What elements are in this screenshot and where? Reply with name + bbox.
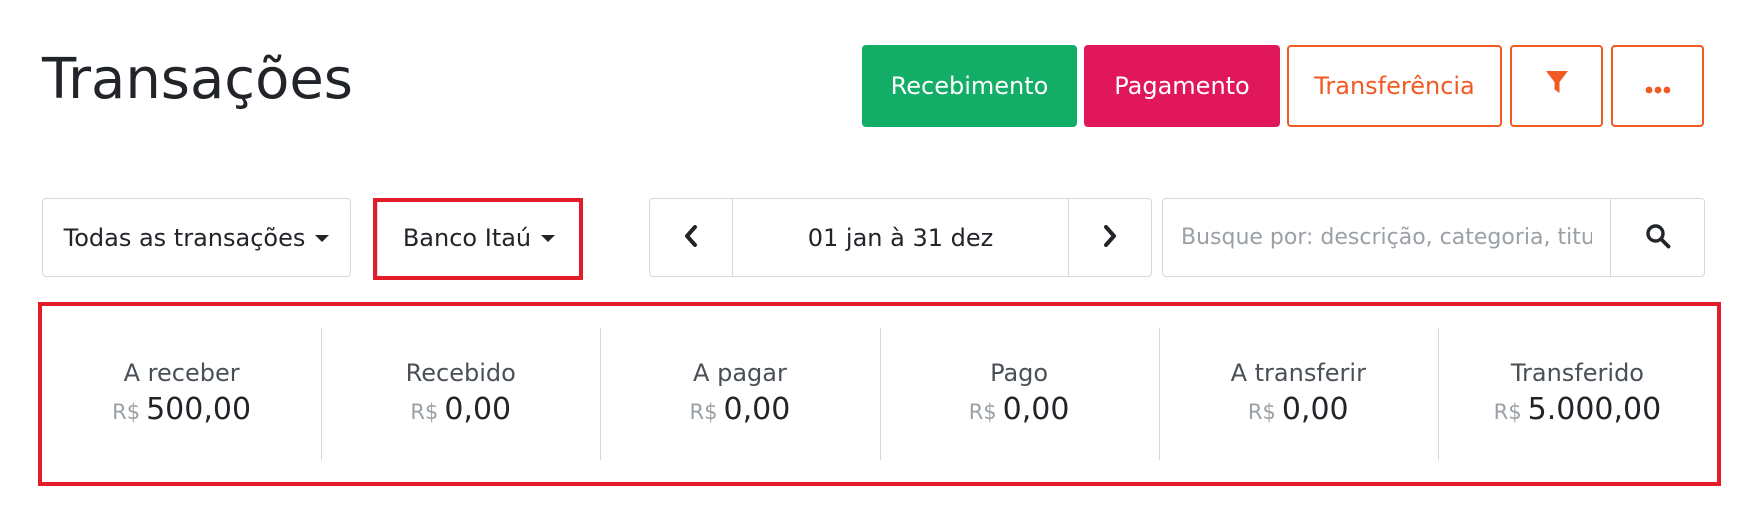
summary-label: Recebido: [405, 359, 516, 387]
summary-received: Recebido R$ 0,00: [321, 306, 600, 482]
transfer-button[interactable]: Transferência: [1287, 45, 1502, 127]
summary-to-receive: A receber R$ 500,00: [42, 306, 321, 482]
receive-button[interactable]: Recebimento: [862, 45, 1077, 127]
more-options-button[interactable]: [1611, 45, 1704, 127]
currency-symbol: R$: [112, 400, 141, 424]
currency-symbol: R$: [689, 400, 718, 424]
summary-amount: 5.000,00: [1527, 392, 1662, 427]
summary-transferred: Transferido R$ 5.000,00: [1437, 306, 1717, 482]
caret-down-icon: [541, 235, 556, 242]
filter-icon: [1545, 70, 1569, 102]
summary-paid: Pago R$ 0,00: [879, 306, 1159, 482]
account-label: Banco Itaú: [402, 223, 532, 252]
summary-panel: A receber R$ 500,00 Recebido R$ 0,00 A p…: [38, 302, 1721, 486]
currency-symbol: R$: [1247, 400, 1276, 424]
chevron-right-icon: [1103, 224, 1117, 251]
ellipsis-icon: [1645, 72, 1671, 100]
pay-button[interactable]: Pagamento: [1084, 45, 1280, 127]
currency-symbol: R$: [1493, 400, 1522, 424]
period-range[interactable]: 01 jan à 31 dez: [733, 199, 1068, 276]
summary-label: A receber: [123, 359, 240, 387]
summary-to-pay: A pagar R$ 0,00: [600, 306, 879, 482]
previous-period-button[interactable]: [650, 199, 733, 276]
transaction-type-dropdown[interactable]: Todas as transações: [42, 198, 351, 277]
search-icon: [1645, 223, 1671, 253]
summary-amount: 0,00: [1281, 392, 1349, 427]
period-selector: 01 jan à 31 dez: [649, 198, 1152, 277]
next-period-button[interactable]: [1068, 199, 1151, 276]
transaction-type-label: Todas as transações: [63, 223, 306, 252]
summary-label: Transferido: [1510, 359, 1644, 387]
filter-button[interactable]: [1510, 45, 1603, 127]
search-box: [1162, 198, 1705, 277]
summary-to-transfer: A transferir R$ 0,00: [1158, 306, 1438, 482]
summary-amount: 0,00: [1002, 392, 1070, 427]
currency-symbol: R$: [968, 400, 997, 424]
page-title: Transações: [42, 47, 353, 112]
summary-amount: 0,00: [723, 392, 791, 427]
summary-amount: 500,00: [146, 392, 252, 427]
account-dropdown[interactable]: Banco Itaú: [377, 198, 581, 277]
currency-symbol: R$: [410, 400, 439, 424]
caret-down-icon: [315, 235, 330, 242]
search-input[interactable]: [1163, 199, 1610, 276]
summary-label: Pago: [990, 359, 1049, 387]
search-button[interactable]: [1610, 199, 1704, 276]
summary-amount: 0,00: [444, 392, 512, 427]
chevron-left-icon: [684, 224, 698, 251]
summary-label: A transferir: [1230, 359, 1366, 387]
summary-label: A pagar: [693, 359, 787, 387]
